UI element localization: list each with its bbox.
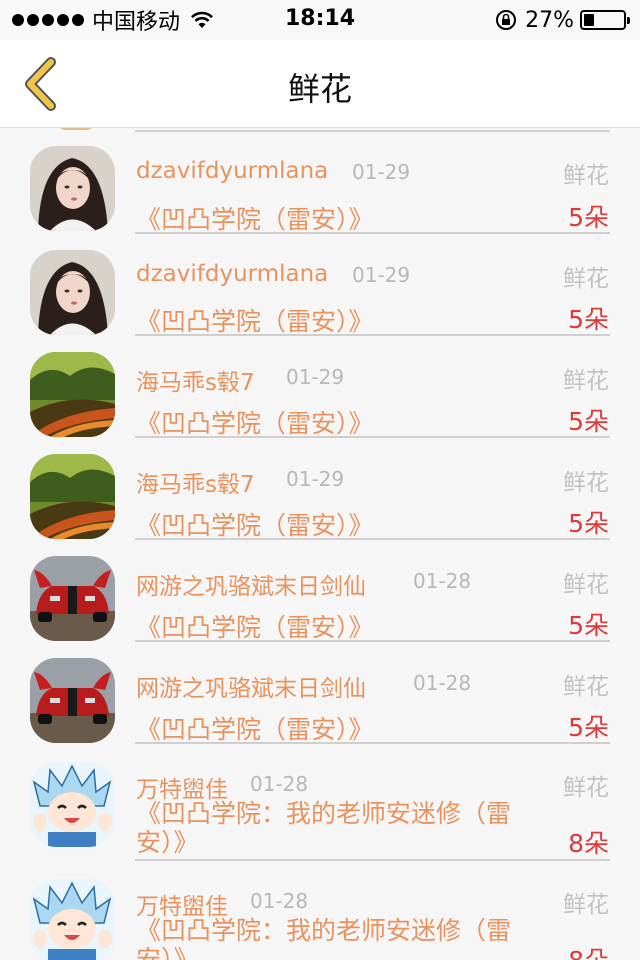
user-name[interactable]: dzavifdyurmlana: [136, 261, 328, 287]
book-title-line: 《凹凸学院：我的老师安迷修（雷: [136, 799, 512, 828]
red-sports-car-icon: [30, 556, 115, 641]
user-name[interactable]: 网游之巩骆斌末日剑仙: [136, 567, 366, 601]
date: 01-28: [250, 772, 309, 796]
avatar[interactable]: [30, 556, 115, 641]
status-bar: 中国移动 18:14 27%: [0, 0, 640, 40]
book-title[interactable]: 《凹凸学院（雷安）》: [136, 506, 374, 542]
date: 01-29: [352, 263, 411, 287]
user-name[interactable]: 海马乖s毂7: [136, 465, 255, 499]
battery-level: [584, 14, 595, 26]
book-title[interactable]: 《凹凸学院（雷安）》: [136, 608, 374, 644]
list-item[interactable]: dzavifdyurmlana 01-29 鲜花 《凹凸学院（雷安）》 5朵: [0, 132, 640, 235]
book-title[interactable]: 《凹凸学院（雷安）》: [136, 404, 374, 440]
list-item[interactable]: 海马乖s毂7 01-29 鲜花 《凹凸学院（雷安）》 5朵: [0, 438, 640, 541]
list-item[interactable]: 万特盥佳 01-28 鲜花 《凹凸学院：我的老师安迷修（雷 安）》 8朵: [0, 744, 640, 861]
list-item[interactable]: dzavifdyurmlana 01-29 鲜花 《凹凸学院（雷安）》 5朵: [0, 234, 640, 337]
avatar[interactable]: [30, 658, 115, 743]
avatar[interactable]: [30, 762, 115, 847]
list-item[interactable]: 网游之巩骆斌末日剑仙 01-28 鲜花 《凹凸学院（雷安）》 5朵: [0, 642, 640, 745]
flower-count: 5朵: [568, 509, 609, 538]
user-name[interactable]: 网游之巩骆斌末日剑仙: [136, 669, 366, 703]
gift-type: 鲜花: [563, 470, 609, 496]
battery-percentage: 27%: [525, 7, 574, 33]
avatar[interactable]: [30, 879, 115, 960]
status-right: 27%: [495, 6, 630, 34]
book-title[interactable]: 《凹凸学院（雷安）》: [136, 302, 374, 338]
user-name[interactable]: dzavifdyurmlana: [136, 158, 328, 184]
date: 01-29: [352, 160, 411, 184]
date: 01-28: [413, 671, 472, 695]
date: 01-28: [250, 889, 309, 913]
gift-type: 鲜花: [563, 368, 609, 394]
forest-road-icon: [30, 352, 115, 437]
book-title[interactable]: 《凹凸学院：我的老师安迷修（雷 安）》: [136, 916, 536, 960]
flower-count: 5朵: [568, 407, 609, 436]
gift-type: 鲜花: [563, 674, 609, 700]
book-title[interactable]: 《凹凸学院（雷安）》: [136, 200, 374, 236]
book-title[interactable]: 《凹凸学院（雷安）》: [136, 710, 374, 746]
page-title: 鲜花: [287, 70, 352, 108]
date: 01-29: [286, 365, 345, 389]
girl-portrait-icon: [30, 250, 115, 335]
forest-road-icon: [30, 454, 115, 539]
gift-type: 鲜花: [563, 892, 609, 918]
list-item[interactable]: 万特盥佳 01-28 鲜花 《凹凸学院：我的老师安迷修（雷 安）》 8朵: [0, 861, 640, 960]
avatar[interactable]: [30, 250, 115, 335]
book-title-line: 安）》: [136, 945, 199, 960]
battery-icon: [580, 10, 630, 30]
flower-count: 5朵: [568, 611, 609, 640]
gift-type: 鲜花: [563, 775, 609, 801]
avatar[interactable]: [30, 352, 115, 437]
list-item[interactable]: 海马乖s毂7 01-29 鲜花 《凹凸学院（雷安）》 5朵: [0, 336, 640, 439]
anime-boy-icon: [30, 879, 115, 960]
flower-count: 8朵: [568, 829, 609, 858]
book-title-line: 《凹凸学院：我的老师安迷修（雷: [136, 916, 512, 945]
girl-portrait-icon: [30, 146, 115, 231]
rotation-lock-icon: [496, 10, 517, 30]
red-sports-car-icon: [30, 658, 115, 743]
anime-boy-icon: [30, 762, 115, 847]
gift-type: 鲜花: [563, 266, 609, 292]
flower-count: 8朵: [568, 941, 609, 960]
book-title-line: 安）》: [136, 828, 199, 857]
flower-gift-list[interactable]: dzavifdyurmlana 01-29 鲜花 《凹凸学院（雷安）》 5朵 d…: [0, 128, 640, 960]
navigation-bar: 鲜花: [0, 40, 640, 128]
flower-count: 5朵: [568, 305, 609, 334]
avatar[interactable]: [30, 454, 115, 539]
user-name[interactable]: 海马乖s毂7: [136, 363, 255, 397]
list-item[interactable]: 网游之巩骆斌末日剑仙 01-28 鲜花 《凹凸学院（雷安）》 5朵: [0, 540, 640, 643]
date: 01-28: [413, 569, 472, 593]
flower-count: 5朵: [568, 713, 609, 742]
gift-type: 鲜花: [563, 163, 609, 189]
date: 01-29: [286, 467, 345, 491]
gift-type: 鲜花: [563, 572, 609, 598]
flower-count: 5朵: [568, 203, 609, 232]
book-title[interactable]: 《凹凸学院：我的老师安迷修（雷 安）》: [136, 799, 536, 857]
avatar[interactable]: [30, 146, 115, 231]
